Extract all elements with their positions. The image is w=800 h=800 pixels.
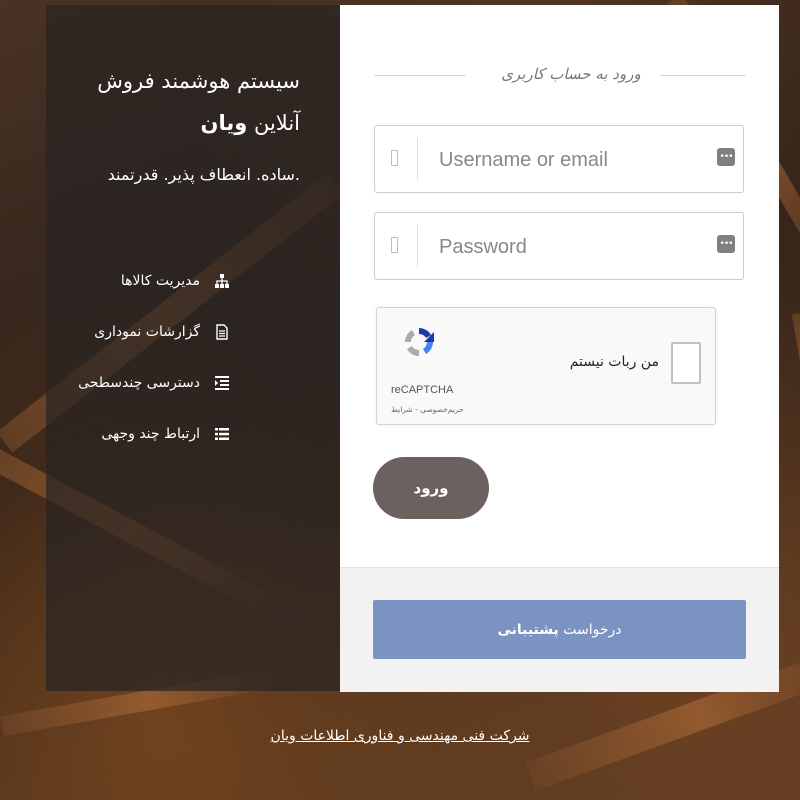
cursor-icon [391, 237, 398, 253]
username-input[interactable] [437, 138, 711, 182]
divider [374, 75, 466, 76]
login-button[interactable]: ورود [373, 457, 489, 519]
title-line2-prefix: آنلاین [253, 111, 300, 135]
recaptcha-checkbox[interactable] [671, 342, 701, 384]
company-link[interactable]: شرکت فنی مهندسی و فناوری اطلاعات ویان [0, 728, 800, 744]
cursor-icon [391, 150, 398, 166]
divider [660, 75, 746, 76]
recaptcha-logo-icon [399, 322, 439, 362]
username-field[interactable]: ••• [374, 125, 744, 193]
login-heading: ورود به حساب کاربری [374, 61, 746, 91]
info-panel: سیستم هوشمند فروش آنلاین ویان .ساده. انع… [46, 5, 340, 691]
feature-item: گزارشات نموداری [50, 306, 230, 357]
recaptcha-brand: reCAPTCHA [391, 384, 454, 396]
indent-list-icon [214, 375, 230, 391]
feature-label: ارتباط چند وجهی [101, 425, 200, 442]
feature-list: مدیریت کالاها گزارشات نموداری دسترسی چند… [50, 255, 230, 459]
recaptcha-widget: من ربات نیستم reCAPTCHA حریم‌خصوصی - شرا… [376, 307, 716, 425]
feature-label: گزارشات نموداری [94, 323, 200, 340]
recaptcha-label: من ربات نیستم [569, 354, 659, 370]
support-prefix: درخواست [563, 621, 622, 638]
field-separator [417, 138, 418, 180]
feature-label: مدیریت کالاها [120, 272, 200, 289]
sitemap-icon [214, 273, 230, 289]
password-manager-icon[interactable]: ••• [717, 148, 735, 166]
feature-item: دسترسی چندسطحی [50, 357, 230, 408]
login-card: ورود به حساب کاربری ••• ••• من ربات نیست… [340, 5, 779, 567]
support-request-button[interactable]: درخواست پشتیبانی [373, 600, 746, 659]
field-separator [417, 225, 418, 267]
brand-name: ویان [200, 111, 248, 135]
password-field[interactable]: ••• [374, 212, 744, 280]
feature-item: ارتباط چند وجهی [50, 408, 230, 459]
password-manager-icon[interactable]: ••• [717, 235, 735, 253]
support-bold: پشتیبانی [497, 621, 559, 638]
feature-label: دسترسی چندسطحی [78, 374, 200, 391]
feature-item: مدیریت کالاها [50, 255, 230, 306]
title-line1: سیستم هوشمند فروش [97, 69, 300, 93]
recaptcha-terms-link[interactable]: حریم‌خصوصی - شرایط [391, 405, 464, 414]
login-heading-text: ورود به حساب کاربری [501, 65, 641, 83]
document-icon [214, 323, 230, 340]
password-input[interactable] [437, 225, 711, 269]
tagline: .ساده. انعطاف پذیر. قدرتمند [107, 165, 300, 184]
list-icon [214, 426, 230, 442]
app-title: سیستم هوشمند فروش آنلاین ویان [60, 60, 300, 144]
